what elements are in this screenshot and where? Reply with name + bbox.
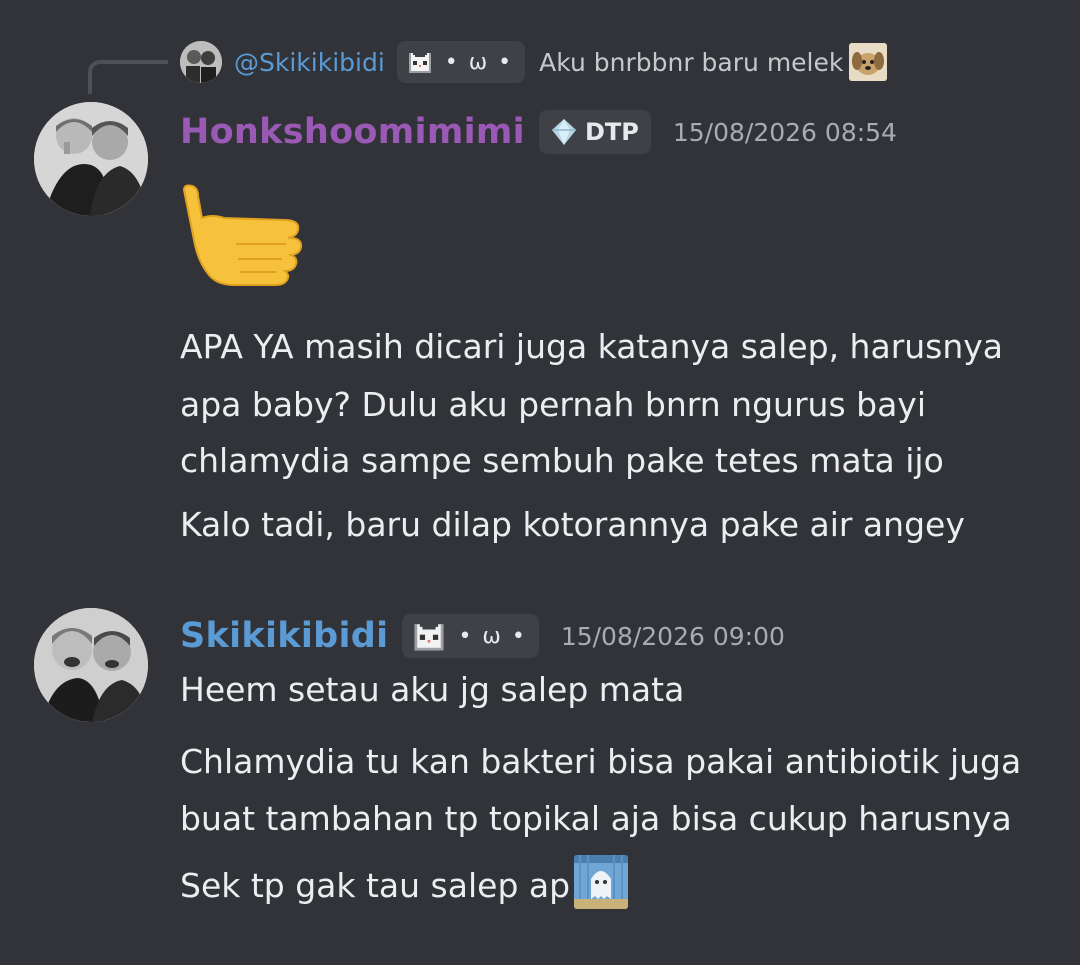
message-header-1: Honkshoomimimi DTP 15/08/2026 08:54 (180, 106, 897, 158)
reply-author-tag: • ω • (396, 41, 526, 83)
avatar-skikikibidi[interactable] (34, 608, 148, 722)
chat-page: @Skikikibidi • ω • Aku bnrbbnr baru mele… (0, 0, 1080, 965)
reply-reference[interactable]: @Skikikibidi • ω • Aku bnrbbnr baru mele… (180, 40, 888, 84)
message-2-line-1: Heem setau aku jg salep mata (180, 670, 685, 709)
pixel-cat-icon (412, 619, 447, 653)
timestamp-2[interactable]: 15/08/2026 09:00 (561, 622, 785, 651)
pointing-hand-emoji (176, 182, 321, 286)
message-1-line-3: chlamydia sampe sembuh pake tetes mata i… (180, 441, 944, 480)
reply-content[interactable]: Aku bnrbbnr baru melek (539, 48, 843, 77)
reply-spine (88, 60, 168, 94)
message-2-line-3: buat tambahan tp topikal aja bisa cukup … (180, 799, 1012, 838)
message-2-line-2: Chlamydia tu kan bakteri bisa pakai anti… (180, 742, 1022, 781)
username-honkshoomimimi[interactable]: Honkshoomimimi (180, 112, 525, 152)
pixel-cat-icon (406, 49, 433, 75)
role-tag-dtp[interactable]: DTP (538, 110, 651, 154)
ghost-sticker-icon (574, 855, 629, 909)
message-1-line-4: Kalo tadi, baru dilap kotorannya pake ai… (180, 505, 965, 544)
message-2-line-4: Sek tp gak tau salep ap (180, 855, 629, 914)
role-tag-label: DTP (584, 118, 639, 146)
avatar-honkshoomimimi[interactable] (34, 102, 148, 216)
user-tag-2-text: • ω • (458, 623, 527, 649)
message-1-line-2: apa baby? Dulu aku pernah bnrn ngurus ba… (180, 385, 926, 424)
message-2-line-4-text: Sek tp gak tau salep ap (180, 866, 571, 905)
username-skikikibidi[interactable]: Skikikibidi (180, 616, 388, 656)
timestamp-1[interactable]: 15/08/2026 08:54 (673, 118, 897, 147)
message-1-line-1: APA YA masih dicari juga katanya salep, … (180, 327, 1004, 366)
diamond-icon (551, 119, 576, 145)
puppy-emoji-icon (849, 43, 888, 81)
reply-author[interactable]: @Skikikibidi (234, 48, 385, 77)
message-header-2: Skikikibidi • ω • 15/08/2026 09:00 (180, 610, 785, 662)
user-tag-2[interactable]: • ω • (402, 614, 539, 658)
reply-avatar-icon[interactable] (180, 41, 222, 83)
reply-tag-text: • ω • (444, 49, 514, 75)
